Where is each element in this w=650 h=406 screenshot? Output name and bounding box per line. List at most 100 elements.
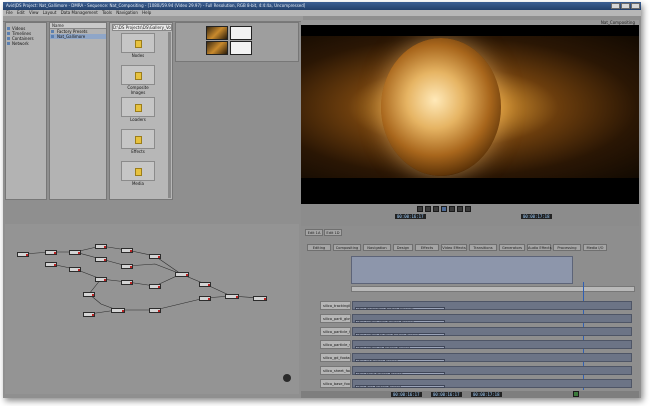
graph-node[interactable] <box>149 308 161 313</box>
track[interactable]: silico_Base_Footage_Encased <box>352 379 632 388</box>
clip[interactable]: silico_particle_trk_New_Footage_Encased <box>355 333 445 336</box>
effects-strip[interactable] <box>351 256 573 284</box>
graph-node[interactable] <box>95 277 107 282</box>
track-label[interactable]: silico_parti_glow <box>320 314 351 323</box>
record-button[interactable] <box>573 391 579 397</box>
graph-node[interactable] <box>45 250 57 255</box>
graph-zoom-icon[interactable] <box>283 374 291 382</box>
graph-node[interactable] <box>17 252 29 257</box>
track[interactable]: silico_Sheet_Footage_Encased <box>352 366 632 375</box>
clip[interactable]: silico_Trackingline_Footage_Timecode <box>355 307 445 310</box>
browser-item-project[interactable]: Nat_Gallimore <box>50 34 106 39</box>
panel-tab-edit-1a[interactable]: Edit 1A <box>305 229 323 236</box>
track[interactable]: silico_Trackingline_Footage_Timecode <box>352 301 632 310</box>
graph-node[interactable] <box>121 264 133 269</box>
timecode-in[interactable]: 00:00:16:17 <box>395 214 426 219</box>
graph-node[interactable] <box>45 262 57 267</box>
tab-video-effects[interactable]: Video Effects <box>441 244 467 251</box>
graph-node[interactable] <box>149 284 161 289</box>
close-button[interactable] <box>631 3 640 9</box>
thumbnail-2[interactable] <box>230 26 252 40</box>
tab-generators[interactable]: Generators <box>499 244 525 251</box>
timeline-ruler[interactable] <box>351 286 635 292</box>
viewer-label: Nat_Compositing <box>600 20 635 25</box>
graph-node[interactable] <box>69 250 81 255</box>
thumbnail-1[interactable] <box>206 26 228 40</box>
tree-item-network[interactable]: Network <box>6 41 46 46</box>
clip[interactable]: silico_gd_Footage_Encased <box>355 359 445 362</box>
go-to-end-button[interactable] <box>465 206 471 212</box>
step-back-button[interactable] <box>433 206 439 212</box>
thumbnail-4[interactable] <box>230 41 252 55</box>
track[interactable]: silico_particle_trk_New_Footage_Encased <box>352 327 632 336</box>
fast-forward-button[interactable] <box>457 206 463 212</box>
graph-node[interactable] <box>225 294 239 299</box>
tab-transitions[interactable]: Transitions <box>469 244 497 251</box>
minimize-button[interactable] <box>611 3 620 9</box>
track-label[interactable]: silico_gd_footage <box>320 353 351 362</box>
maximize-button[interactable] <box>621 3 630 9</box>
graph-node[interactable] <box>111 308 125 313</box>
folder-media[interactable]: Media <box>120 161 156 186</box>
tab-effects[interactable]: Effects <box>415 244 439 251</box>
graph-node[interactable] <box>121 280 133 285</box>
graph-node[interactable] <box>95 257 107 262</box>
clip[interactable]: silico_particle_sp_Footage_Encased <box>355 346 445 349</box>
rewind-button[interactable] <box>425 206 431 212</box>
tab-audio-effects[interactable]: Audio Effects <box>527 244 552 251</box>
folder-icon <box>134 104 142 112</box>
graph-node[interactable] <box>199 296 211 301</box>
go-to-start-button[interactable] <box>417 206 423 212</box>
timecode-out[interactable]: 00:00:17:18 <box>521 214 552 219</box>
folder-loaders[interactable]: Loaders <box>120 97 156 122</box>
graph-node[interactable] <box>83 292 95 297</box>
track-label[interactable]: silico_particle_trk <box>320 327 351 336</box>
node-graph[interactable] <box>5 224 299 394</box>
tab-media-io[interactable]: Media I/O <box>583 244 607 251</box>
path-field[interactable]: D:\DS Projects\DS\Gallery_Vol <box>112 24 172 31</box>
tab-design[interactable]: Design <box>393 244 413 251</box>
status-timecode-2: 00:00:16:17 <box>431 392 462 397</box>
video-viewer[interactable]: Nat_Compositing <box>301 20 639 204</box>
play-button[interactable] <box>441 206 447 212</box>
graph-node[interactable] <box>253 296 267 301</box>
tab-compositing[interactable]: Compositing <box>333 244 361 251</box>
window-title: Avid|DS Project: Nat_Gallimore - DMRA - … <box>6 3 306 8</box>
graph-node[interactable] <box>175 272 189 277</box>
track[interactable]: silico_gd_Footage_Encased <box>352 353 632 362</box>
folder-icon <box>134 40 142 48</box>
graph-node[interactable] <box>121 248 133 253</box>
tab-processing[interactable]: Processing <box>553 244 581 251</box>
track-label[interactable]: silico_trackingline <box>320 301 351 310</box>
graph-node[interactable] <box>69 267 81 272</box>
thumbnail-3[interactable] <box>206 41 228 55</box>
track[interactable]: silico_particle_glow_Footage_Encased <box>352 314 632 323</box>
clip[interactable]: silico_Base_Footage_Encased <box>355 385 445 388</box>
graph-node[interactable] <box>95 244 107 249</box>
folder-effects[interactable]: Effects <box>120 129 156 154</box>
folder-icon <box>134 136 142 144</box>
graph-node[interactable] <box>199 282 211 287</box>
project-tree: Videos Timelines Containers Network <box>5 22 47 200</box>
track[interactable]: silico_particle_sp_Footage_Encased <box>352 340 632 349</box>
step-forward-button[interactable] <box>449 206 455 212</box>
clip[interactable]: silico_particle_glow_Footage_Encased <box>355 320 445 323</box>
viewer-toolbar: Nat_Compositing <box>301 20 639 25</box>
graph-node[interactable] <box>149 254 161 259</box>
status-timecode-3: 00:00:17:18 <box>471 392 502 397</box>
panel-tab-edit-1d[interactable]: Edit 1D <box>324 229 342 236</box>
track-label[interactable]: silico_base_footage <box>320 379 351 388</box>
folder-icon <box>134 168 142 176</box>
title-bar: Avid|DS Project: Nat_Gallimore - DMRA - … <box>3 2 641 10</box>
tab-editing[interactable]: Editing <box>307 244 331 251</box>
track-label[interactable]: silico_particle_sp <box>320 340 351 349</box>
folder-scrollbar[interactable] <box>168 32 171 198</box>
transport-bar: 00:00:16:17 00:00:17:18 <box>301 204 639 226</box>
folder-nodes[interactable]: Nodes <box>120 33 156 58</box>
thumbnail-strip <box>175 22 299 62</box>
tab-navigation[interactable]: Navigation <box>363 244 391 251</box>
folder-composite-images[interactable]: Composite Images <box>120 65 156 95</box>
graph-node[interactable] <box>83 312 95 317</box>
clip[interactable]: silico_Sheet_Footage_Encased <box>355 372 445 375</box>
track-label[interactable]: silico_sheet_footage <box>320 366 351 375</box>
